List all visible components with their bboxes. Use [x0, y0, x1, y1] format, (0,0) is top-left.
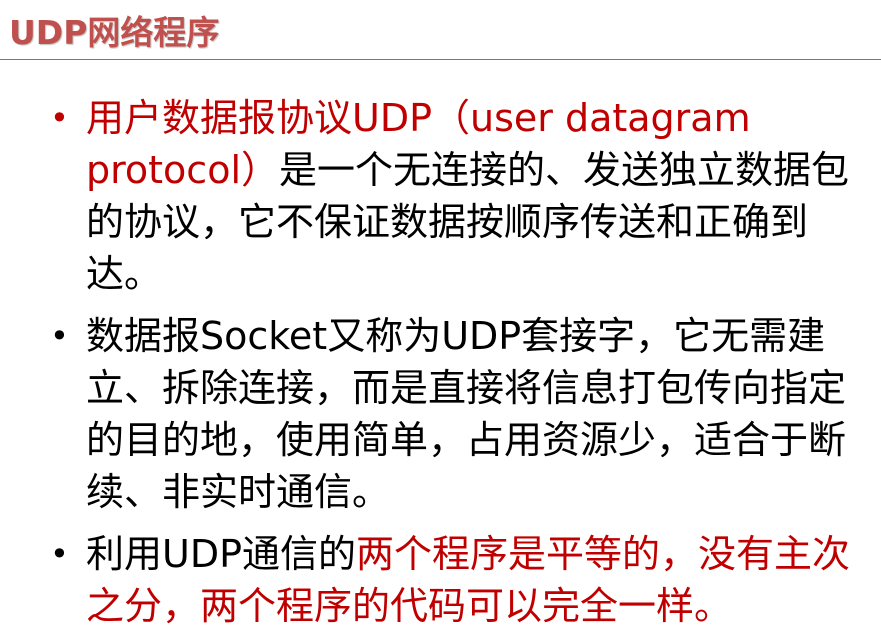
- bullet-marker: •: [50, 317, 69, 355]
- bullet-item-datagram-socket: • 数据报Socket又称为UDP套接字，它无需建立、拆除连接，而是直接将信息打…: [50, 310, 875, 518]
- bullet-marker: •: [50, 535, 69, 573]
- slide-title: UDP网络程序: [9, 13, 220, 52]
- title-divider: [0, 59, 881, 60]
- bullet-text: 数据报Socket又称为UDP套接字，它无需建立、拆除连接，而是直接将信息打包传…: [86, 314, 847, 514]
- slide: UDP网络程序 • 用户数据报协议UDP（user datagram proto…: [0, 0, 881, 633]
- bullet-item-udp-definition: • 用户数据报协议UDP（user datagram protocol）是一个无…: [50, 92, 875, 300]
- bullet-list: • 用户数据报协议UDP（user datagram protocol）是一个无…: [50, 92, 875, 633]
- bullet-text: 利用UDP通信的: [86, 532, 356, 576]
- bullet-item-equal-programs: • 利用UDP通信的两个程序是平等的，没有主次之分，两个程序的代码可以完全一样。: [50, 528, 875, 632]
- bullet-marker: •: [50, 99, 69, 137]
